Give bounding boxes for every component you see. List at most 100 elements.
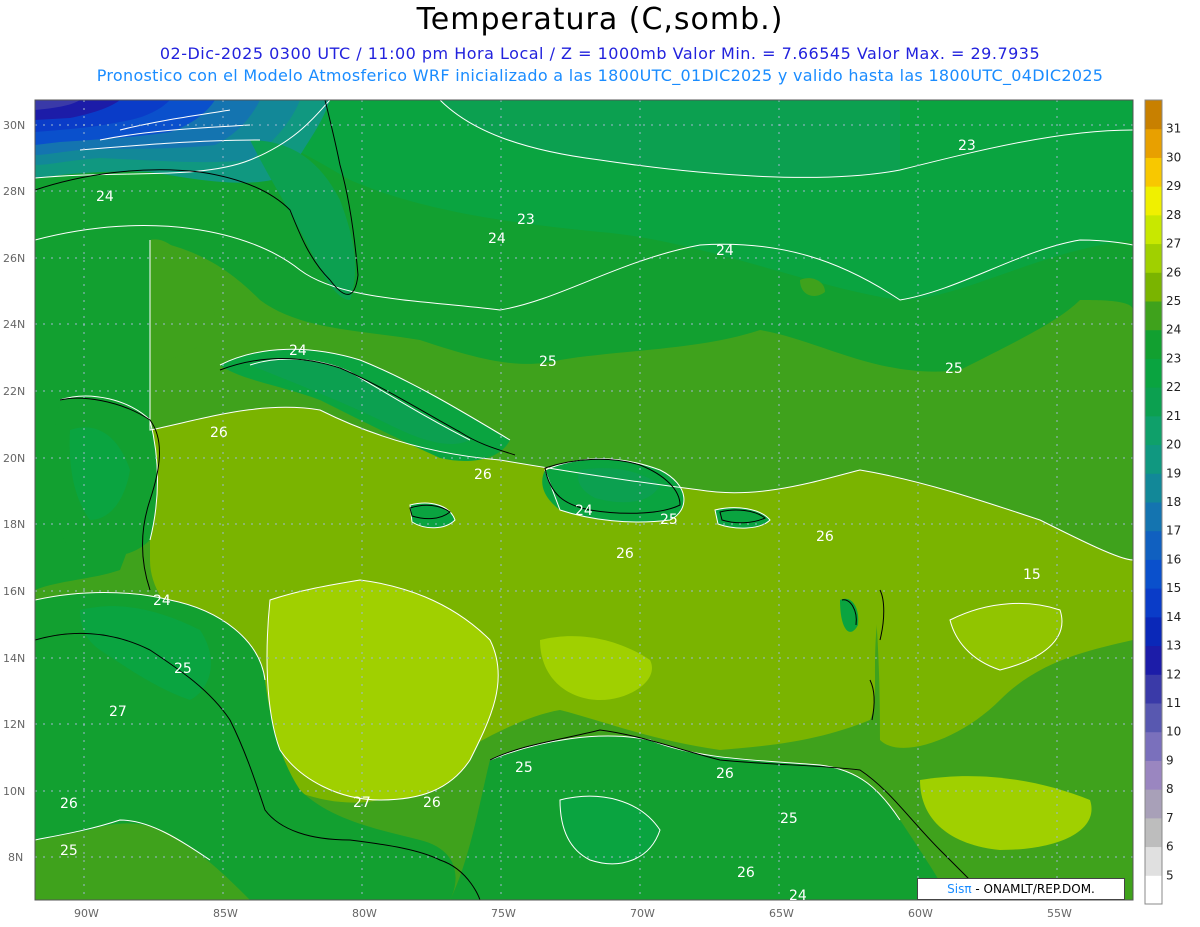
contour-label: 26 xyxy=(60,796,78,812)
colorbar-label: 22 xyxy=(1166,380,1181,394)
lat-tick-label: 20N xyxy=(3,452,25,465)
colorbar-swatch xyxy=(1145,588,1162,618)
colorbar-label: 30 xyxy=(1166,150,1181,164)
lat-tick-label: 12N xyxy=(3,718,25,731)
colorbar-label: 7 xyxy=(1166,811,1174,825)
colorbar-swatch xyxy=(1145,473,1162,503)
colorbar-swatch xyxy=(1145,157,1162,187)
colorbar-label: 16 xyxy=(1166,552,1181,566)
contour-label: 26 xyxy=(716,766,734,782)
colorbar-swatch xyxy=(1145,703,1162,733)
lon-tick-label: 75W xyxy=(491,907,516,920)
contour-label: 25 xyxy=(539,354,557,370)
longitude-axis: 90W 85W 80W 75W 70W 65W 60W 55W xyxy=(74,907,1072,920)
colorbar-swatch xyxy=(1145,760,1162,790)
colorbar-label: 24 xyxy=(1166,323,1181,337)
lon-tick-label: 65W xyxy=(769,907,794,920)
contour-label: 26 xyxy=(616,546,634,562)
contour-label: 24 xyxy=(96,189,114,205)
colorbar-swatch xyxy=(1145,100,1162,130)
colorbar-swatch xyxy=(1145,272,1162,302)
temperature-map: 24 23 24 24 23 24 25 25 26 26 24 25 26 2… xyxy=(3,99,1181,920)
colorbar-label: 15 xyxy=(1166,581,1181,595)
colorbar-swatch xyxy=(1145,186,1162,216)
credit-text: - ONAMLT/REP.DOM. xyxy=(971,882,1095,896)
lat-tick-label: 26N xyxy=(3,252,25,265)
colorbar-swatch xyxy=(1145,415,1162,446)
contour-label: 24 xyxy=(789,888,807,904)
colorbar-swatch xyxy=(1145,817,1162,848)
lon-tick-label: 85W xyxy=(213,907,238,920)
lat-tick-label: 14N xyxy=(3,652,25,665)
contour-label: 24 xyxy=(575,503,593,519)
colorbar-label: 12 xyxy=(1166,667,1181,681)
lon-tick-label: 60W xyxy=(908,907,933,920)
colorbar-swatch xyxy=(1145,214,1162,245)
colorbar-label: 28 xyxy=(1166,208,1181,222)
colorbar-swatch xyxy=(1145,731,1162,761)
colorbar-label: 10 xyxy=(1166,725,1181,739)
colorbar-swatch xyxy=(1145,645,1162,675)
contour-label: 25 xyxy=(60,843,78,859)
colorbar-swatch xyxy=(1145,559,1162,589)
lon-tick-label: 90W xyxy=(74,907,99,920)
colorbar-label: 25 xyxy=(1166,294,1181,308)
colorbar-swatch xyxy=(1145,444,1162,474)
colorbar-label: 23 xyxy=(1166,351,1181,365)
colorbar-label: 9 xyxy=(1166,753,1174,767)
contour-label: 24 xyxy=(716,243,734,259)
contour-label: 25 xyxy=(660,512,678,528)
lat-tick-label: 24N xyxy=(3,318,25,331)
colorbar-label: 13 xyxy=(1166,639,1181,653)
colorbar-label: 18 xyxy=(1166,495,1181,509)
contour-label: 26 xyxy=(737,865,755,881)
colorbar-label: 29 xyxy=(1166,179,1181,193)
colorbar-swatch xyxy=(1145,301,1162,331)
lon-tick-label: 70W xyxy=(630,907,655,920)
contour-label: 24 xyxy=(488,231,506,247)
map-field xyxy=(35,100,1133,900)
colorbar-label: 20 xyxy=(1166,438,1181,452)
credit-box: Sisπ - ONAMLT/REP.DOM. xyxy=(917,878,1125,900)
contour-label: 26 xyxy=(423,795,441,811)
colorbar-swatch xyxy=(1145,358,1162,388)
colorbar-label: 19 xyxy=(1166,466,1181,480)
colorbar-label: 6 xyxy=(1166,840,1174,854)
colorbar-swatch xyxy=(1145,128,1162,158)
contour-label: 23 xyxy=(958,138,976,154)
lat-tick-label: 22N xyxy=(3,385,25,398)
colorbar-swatch xyxy=(1145,329,1162,359)
colorbar-label: 14 xyxy=(1166,610,1181,624)
contour-label: 25 xyxy=(945,361,963,377)
contour-label: 25 xyxy=(174,661,192,677)
colorbar-label: 5 xyxy=(1166,868,1174,882)
lat-tick-label: 30N xyxy=(3,119,25,132)
contour-label: 26 xyxy=(474,467,492,483)
colorbar-label: 27 xyxy=(1166,237,1181,251)
colorbar-label: 31 xyxy=(1166,122,1181,136)
colorbar-swatch xyxy=(1145,502,1162,532)
lon-tick-label: 55W xyxy=(1047,907,1072,920)
contour-label: 23 xyxy=(517,212,535,228)
colorbar-swatch xyxy=(1145,616,1162,647)
colorbar-swatch xyxy=(1145,674,1162,704)
contour-label: 26 xyxy=(210,425,228,441)
contour-label: 27 xyxy=(109,704,127,720)
colorbar-label: 26 xyxy=(1166,265,1181,279)
lat-tick-label: 10N xyxy=(3,785,25,798)
contour-label: 24 xyxy=(153,593,171,609)
lat-tick-label: 28N xyxy=(3,185,25,198)
colorbar-swatch xyxy=(1145,846,1162,876)
lat-tick-label: 18N xyxy=(3,518,25,531)
color-scale-legend: 5 6 7 8 9 10 11 12 13 14 15 16 17 18 19 20 21 22 23 24 25 26 2… xyxy=(1144,99,1181,905)
contour-label: 24 xyxy=(289,343,307,359)
colorbar-swatch xyxy=(1145,875,1162,905)
colorbar-label: 11 xyxy=(1166,696,1181,710)
sis-logo-text: Sisπ xyxy=(947,882,972,896)
contour-label: 27 xyxy=(353,795,371,811)
contour-label: 15 xyxy=(1023,567,1041,583)
contour-label: 25 xyxy=(780,811,798,827)
colorbar-label: 8 xyxy=(1166,782,1174,796)
colorbar-label: 21 xyxy=(1166,409,1181,423)
colorbar-swatch xyxy=(1145,789,1162,819)
